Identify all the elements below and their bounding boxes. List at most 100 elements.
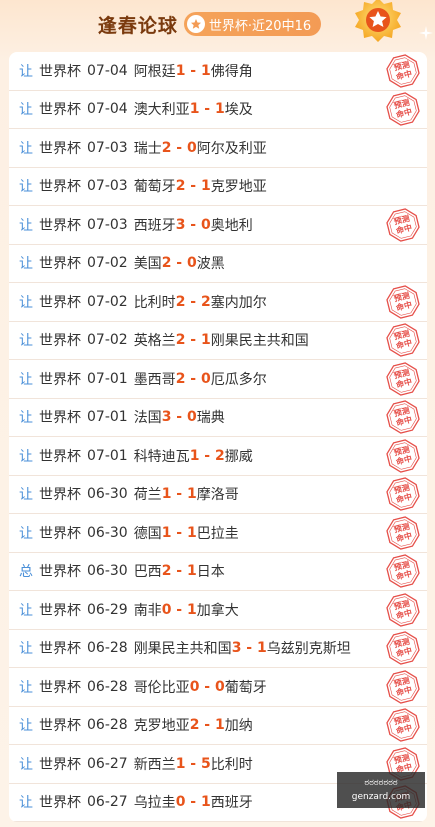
list-item[interactable]: 让 世界杯 07-02 英格兰 2 - 1 刚果民主共和国 预测 命中 (9, 322, 427, 360)
home-team: 墨西哥 (133, 371, 176, 388)
away-score: 2 (215, 447, 225, 464)
list-item[interactable]: 让 世界杯 06-30 荷兰 1 - 1 摩洛哥 预测 命中 (9, 476, 427, 514)
away-team: 挪威 (224, 448, 253, 465)
prediction-hit-stamp-icon: 预测命中 (386, 516, 420, 550)
away-team: 巴拉圭 (196, 525, 239, 542)
match-date: 07-01 (87, 370, 128, 387)
list-item[interactable]: 让 世界杯 07-03 葡萄牙 2 - 1 克罗地亚 (9, 168, 427, 206)
score: 0 - 0 (189, 678, 225, 695)
bet-type: 让 (19, 602, 33, 619)
home-team: 西班牙 (133, 217, 176, 234)
home-score: 1 (161, 486, 172, 503)
home-team: 法国 (133, 410, 162, 427)
home-score: 1 (189, 447, 200, 464)
prediction-hit-stamp-icon: 预测命中 (386, 439, 420, 473)
prediction-hit-stamp-icon: 预测命中 (386, 477, 420, 511)
bet-type: 让 (19, 333, 33, 350)
record-badge[interactable]: 世界杯·近20中16 (183, 12, 322, 36)
list-item[interactable]: 让 世界杯 06-29 南非 0 - 1 加拿大 预测 命中 (9, 591, 427, 630)
list-item[interactable]: 让 世界杯 07-01 法国 3 - 0 瑞典 预测 命中 (9, 399, 427, 437)
prediction-hit-stamp-icon: 预测命中 (386, 554, 420, 588)
away-score: 1 (187, 524, 197, 541)
star-icon (186, 15, 205, 33)
prediction-hit-stamp-icon: 预测命中 (386, 593, 420, 627)
away-score: 1 (215, 717, 225, 734)
list-item[interactable]: 让 世界杯 07-02 美国 2 - 0 波黑 (9, 245, 427, 283)
match-date: 06-29 (87, 601, 128, 618)
away-team: 阿尔及利亚 (196, 140, 267, 157)
score: 2 - 0 (161, 255, 197, 272)
prediction-hit-stamp-icon: 预测命中 (386, 362, 420, 396)
match-date: 06-30 (87, 563, 128, 580)
home-score: 2 (175, 293, 186, 310)
away-score: 5 (201, 755, 211, 772)
score: 2 - 1 (189, 717, 225, 734)
match-date: 07-03 (87, 178, 128, 195)
away-team: 加拿大 (196, 602, 239, 619)
list-item[interactable]: 让 世界杯 07-03 瑞士 2 - 0 阿尔及利亚 (9, 129, 427, 168)
prediction-hit-stamp-icon: 预测命中 (386, 400, 420, 434)
score: 0 - 1 (161, 601, 197, 618)
page-title: 逢春论球 (97, 14, 178, 37)
league: 世界杯 (39, 525, 81, 542)
home-score: 1 (189, 101, 200, 118)
away-score: 1 (187, 486, 197, 503)
prediction-hit-stamp-icon: 预测命中 (386, 708, 420, 742)
away-team: 日本 (196, 564, 225, 581)
list-item[interactable]: 让 世界杯 06-28 克罗地亚 2 - 1 加纳 预测 命中 (9, 707, 427, 745)
bet-type: 让 (19, 371, 33, 388)
page: 逢春论球 世界杯·近20中16 让 世界杯 07-04 阿根廷 1 - 1 佛得… (0, 0, 435, 827)
match-date: 07-02 (87, 293, 128, 310)
list-item[interactable]: 总 世界杯 06-30 巴西 2 - 1 日本 预测 命中 (9, 553, 427, 591)
header: 逢春论球 世界杯·近20中16 (0, 0, 435, 48)
away-team: 摩洛哥 (196, 487, 239, 504)
home-team: 荷兰 (133, 487, 162, 504)
score: 2 - 0 (161, 139, 197, 156)
home-team: 葡萄牙 (133, 179, 176, 196)
list-item[interactable]: 让 世界杯 06-28 刚果民主共和国 3 - 1 乌兹别克斯坦 预测 命中 (9, 630, 427, 668)
away-team: 埃及 (224, 102, 253, 119)
list-item[interactable]: 让 世界杯 07-04 澳大利亚 1 - 1 埃及 预测 命中 (9, 91, 427, 129)
score: 3 - 0 (175, 216, 211, 233)
list-item[interactable]: 让 世界杯 06-28 哥伦比亚 0 - 0 葡萄牙 预测 命中 (9, 668, 427, 707)
list-item[interactable]: 让 世界杯 06-30 德国 1 - 1 巴拉圭 预测 命中 (9, 514, 427, 553)
home-team: 哥伦比亚 (133, 679, 190, 696)
home-score: 2 (175, 370, 186, 387)
list-item[interactable]: 让 世界杯 07-01 墨西哥 2 - 0 厄瓜多尔 预测 命中 (9, 360, 427, 399)
bet-type: 让 (19, 525, 33, 542)
away-team: 塞内加尔 (210, 294, 267, 311)
league: 世界杯 (39, 371, 81, 388)
bet-type: 让 (19, 718, 33, 735)
away-score: 1 (215, 101, 225, 118)
home-team: 德国 (133, 525, 162, 542)
home-score: 1 (161, 524, 172, 541)
league: 世界杯 (39, 718, 81, 735)
match-date: 06-27 (87, 755, 128, 772)
prediction-hit-stamp-icon: 预测命中 (386, 670, 420, 704)
list-item[interactable]: 让 世界杯 07-02 比利时 2 - 2 塞内加尔 预测 命中 (9, 283, 427, 322)
score: 1 - 2 (189, 447, 225, 464)
score: 1 - 1 (161, 524, 197, 541)
league: 世界杯 (39, 256, 81, 273)
home-score: 3 (175, 216, 186, 233)
match-date: 07-04 (87, 101, 128, 118)
home-team: 南非 (133, 602, 162, 619)
away-team: 波黑 (196, 256, 225, 273)
away-score: 1 (201, 62, 211, 79)
prediction-hit-stamp-icon: 预测命中 (386, 208, 420, 242)
home-score: 2 (161, 563, 172, 580)
sparkle-icon (419, 26, 433, 40)
home-team: 科特迪瓦 (133, 448, 190, 465)
home-team: 比利时 (133, 294, 176, 311)
score: 2 - 1 (175, 178, 211, 195)
league: 世界杯 (39, 333, 81, 350)
list-item[interactable]: 让 世界杯 07-03 西班牙 3 - 0 奥地利 预测 命中 (9, 206, 427, 245)
league: 世界杯 (39, 487, 81, 504)
bet-type: 总 (19, 564, 33, 581)
prediction-hit-stamp-icon: 预测命中 (386, 54, 420, 88)
list-item[interactable]: 让 世界杯 07-04 阿根廷 1 - 1 佛得角 预测 命中 (9, 52, 427, 91)
away-score: 1 (257, 640, 267, 657)
match-date: 06-27 (87, 794, 128, 811)
home-score: 3 (231, 640, 242, 657)
list-item[interactable]: 让 世界杯 07-01 科特迪瓦 1 - 2 挪威 预测 命中 (9, 437, 427, 476)
